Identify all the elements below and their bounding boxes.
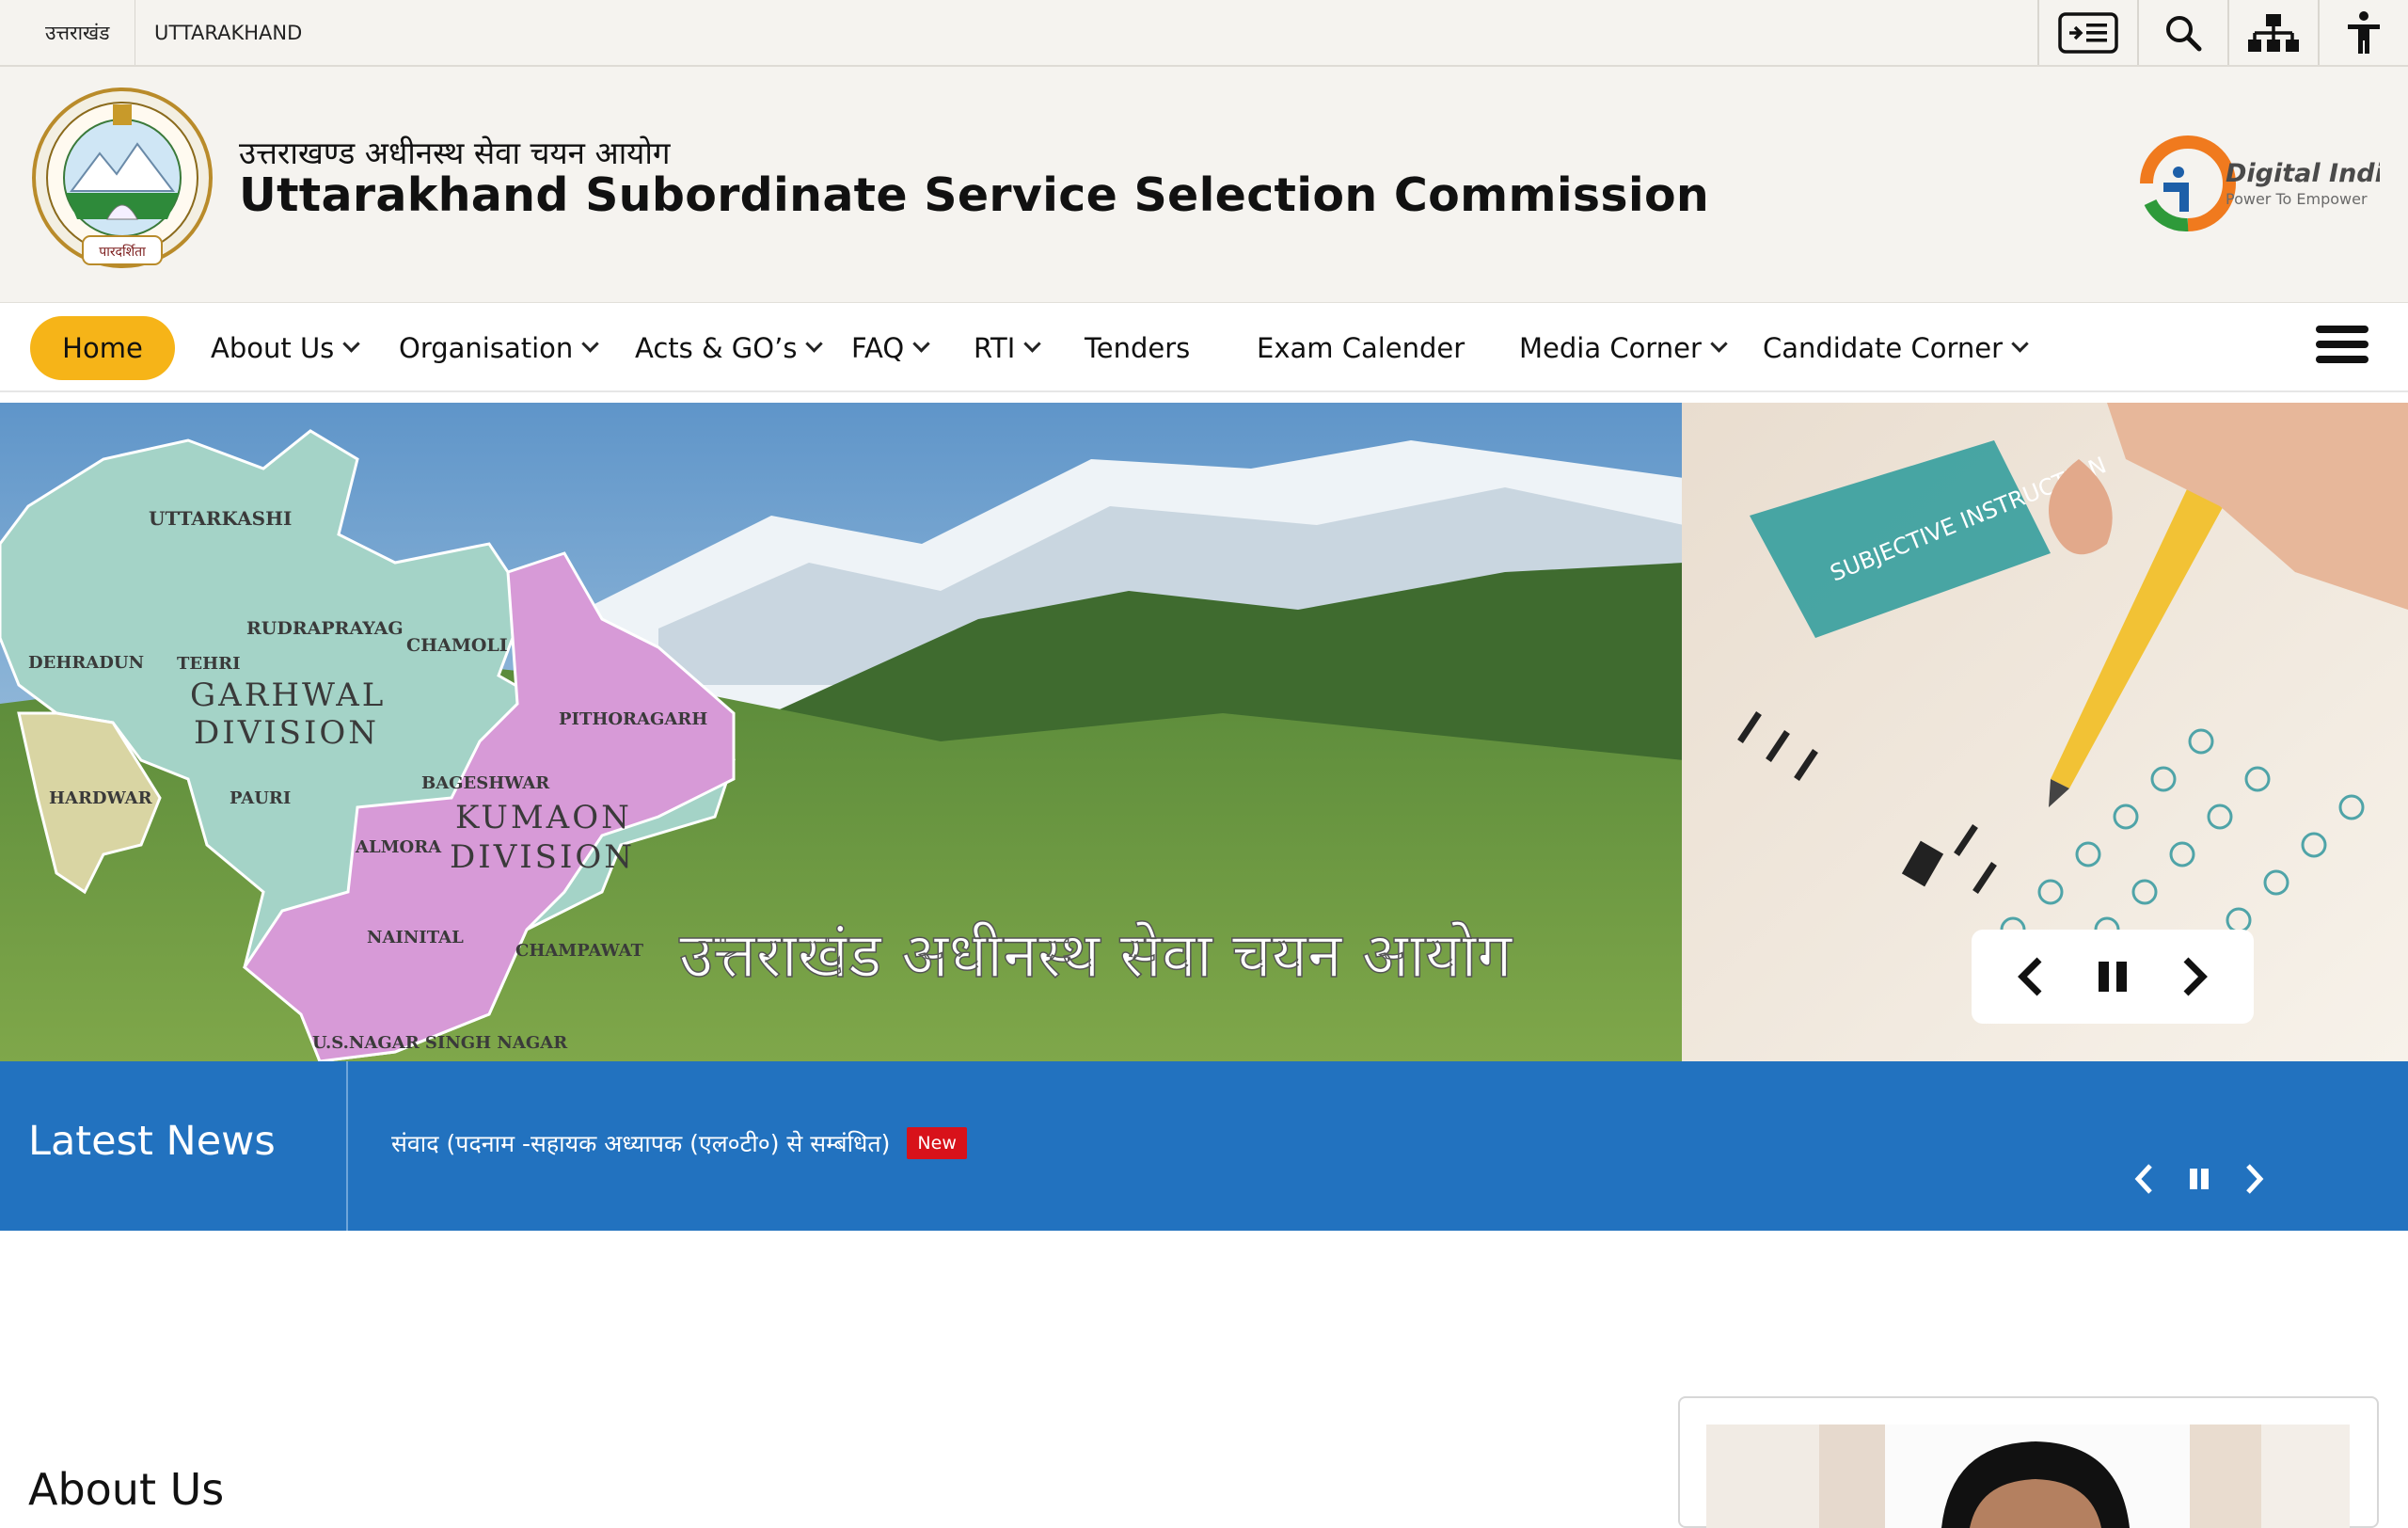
search-button[interactable] <box>2137 0 2227 65</box>
map-label-nainital: NAINITAL <box>367 928 464 947</box>
nav-item-media-corner[interactable]: Media Corner <box>1519 303 1728 392</box>
site-title-hindi: उत्तराखण्ड अधीनस्थ सेवा चयन आयोग <box>239 135 671 171</box>
site-header: पारदर्शिता उत्तराखण्ड अधीनस्थ सेवा चयन आ… <box>0 67 2408 303</box>
nav-item-label: Home <box>62 332 143 364</box>
chevron-down-icon <box>1710 335 1728 353</box>
site-title-english[interactable]: Uttarakhand Subordinate Service Selectio… <box>239 168 1709 222</box>
map-label-garhwal-division: DIVISION <box>194 714 379 752</box>
map-label-rudraprayag: RUDRAPRAYAG <box>246 618 404 639</box>
map-label-kumaon-division: DIVISION <box>450 838 635 876</box>
news-next-chevron-right-icon[interactable] <box>2242 1163 2265 1195</box>
news-item-link[interactable]: संवाद (पदनाम -सहायक अध्यापक (एल०टी०) से … <box>391 1127 967 1159</box>
news-prev-chevron-left-icon[interactable] <box>2133 1163 2156 1195</box>
ukssc-emblem-logo[interactable]: पारदर्शिता <box>26 88 218 279</box>
slider-prev-button[interactable] <box>2003 948 2059 1005</box>
nav-item-acts-gos[interactable]: Acts & GO’s <box>635 303 824 392</box>
language-hindi-link[interactable]: उत्तराखंड <box>45 0 135 65</box>
top-utility-bar: उत्तराखंड UTTARAKHAND <box>0 0 2408 67</box>
news-pause-icon[interactable] <box>2188 1168 2210 1190</box>
nav-item-label: Tenders <box>1085 331 1191 364</box>
hamburger-menu-icon[interactable] <box>2316 326 2368 369</box>
map-label-almora: ALMORA <box>355 837 442 857</box>
nav-item-exam-calender[interactable]: Exam Calender <box>1257 303 1465 392</box>
map-label-pithoragarh: PITHORAGARH <box>559 709 707 729</box>
chevron-down-icon <box>342 335 360 353</box>
language-english-link[interactable]: UTTARAKHAND <box>154 0 302 65</box>
nav-item-home[interactable]: Home <box>30 316 175 380</box>
nav-item-rti[interactable]: RTI <box>974 303 1042 392</box>
chevron-right-icon <box>2183 957 2208 996</box>
map-label-garhwal: GARHWAL <box>190 676 386 714</box>
map-label-dehradun: DEHRADUN <box>28 653 144 673</box>
pause-icon <box>2098 962 2127 992</box>
digital-india-title: Digital India <box>2226 159 2380 188</box>
slider-next-button[interactable] <box>2166 948 2223 1005</box>
nav-item-organisation[interactable]: Organisation <box>399 303 599 392</box>
news-divider <box>346 1061 348 1231</box>
banner-slider-controls <box>1972 930 2254 1024</box>
nav-item-tenders[interactable]: Tenders <box>1085 303 1190 392</box>
map-label-tehri: TEHRI <box>177 654 241 674</box>
map-label-uttarkashi: UTTARKASHI <box>149 507 292 530</box>
map-label-us-nagar: U.S.NAGAR SINGH NAGAR <box>312 1033 568 1053</box>
main-navigation: Home About Us Organisation Acts & GO’s F… <box>0 303 2408 392</box>
sitemap-icon <box>2248 13 2299 52</box>
nav-item-about-us[interactable]: About Us <box>211 303 360 392</box>
map-label-hardwar: HARDWAR <box>49 788 153 808</box>
nav-item-label: Candidate Corner <box>1763 331 2004 364</box>
news-item-text: संवाद (पदनाम -सहायक अध्यापक (एल०टी०) से … <box>391 1130 891 1157</box>
official-photo <box>1706 1425 2350 1528</box>
new-badge: New <box>907 1127 967 1159</box>
nav-item-label: Exam Calender <box>1257 331 1465 364</box>
digital-india-logo[interactable]: Digital India Power To Empower <box>2135 131 2380 236</box>
emblem-motto: पारदर्शिता <box>99 244 146 260</box>
map-label-kumaon: KUMAON <box>455 799 632 836</box>
skip-to-content-icon <box>2058 11 2118 54</box>
chevron-down-icon <box>805 335 824 353</box>
nav-item-faq[interactable]: FAQ <box>851 303 930 392</box>
utility-tools <box>2037 0 2408 65</box>
nav-item-candidate-corner[interactable]: Candidate Corner <box>1763 303 2029 392</box>
nav-item-label: Media Corner <box>1519 331 1702 364</box>
chevron-down-icon <box>912 335 930 353</box>
sitemap-button[interactable] <box>2227 0 2318 65</box>
latest-news-label: Latest News <box>28 1118 276 1165</box>
search-icon <box>2166 15 2202 51</box>
nav-item-label: Organisation <box>399 331 574 364</box>
chevron-down-icon <box>1023 335 1042 353</box>
nav-item-label: Acts & GO’s <box>635 331 798 364</box>
about-us-heading: About Us <box>28 1464 225 1515</box>
chevron-left-icon <box>2018 957 2042 996</box>
chevron-down-icon <box>2011 335 2029 353</box>
accessibility-button[interactable] <box>2318 0 2408 65</box>
map-label-pauri: PAURI <box>230 788 291 808</box>
news-ticker-controls <box>2133 1155 2265 1202</box>
banner-caption: उत्तराखंड अधीनस्थ सेवा चयन आयोग <box>679 919 1513 992</box>
slider-pause-button[interactable] <box>2084 948 2141 1005</box>
accessibility-icon <box>2348 10 2380 54</box>
digital-india-tagline: Power To Empower <box>2226 190 2368 208</box>
nav-item-label: FAQ <box>851 331 905 364</box>
nav-item-label: RTI <box>974 331 1016 364</box>
map-label-bageshwar: BAGESHWAR <box>421 773 550 793</box>
map-label-chamoli: CHAMOLI <box>406 635 508 656</box>
latest-news-ticker: Latest News संवाद (पदनाम -सहायक अध्यापक … <box>0 1061 2408 1231</box>
chevron-down-icon <box>581 335 599 353</box>
nav-item-label: About Us <box>211 331 335 364</box>
map-label-champawat: CHAMPAWAT <box>515 941 644 961</box>
skip-to-content-button[interactable] <box>2037 0 2137 65</box>
